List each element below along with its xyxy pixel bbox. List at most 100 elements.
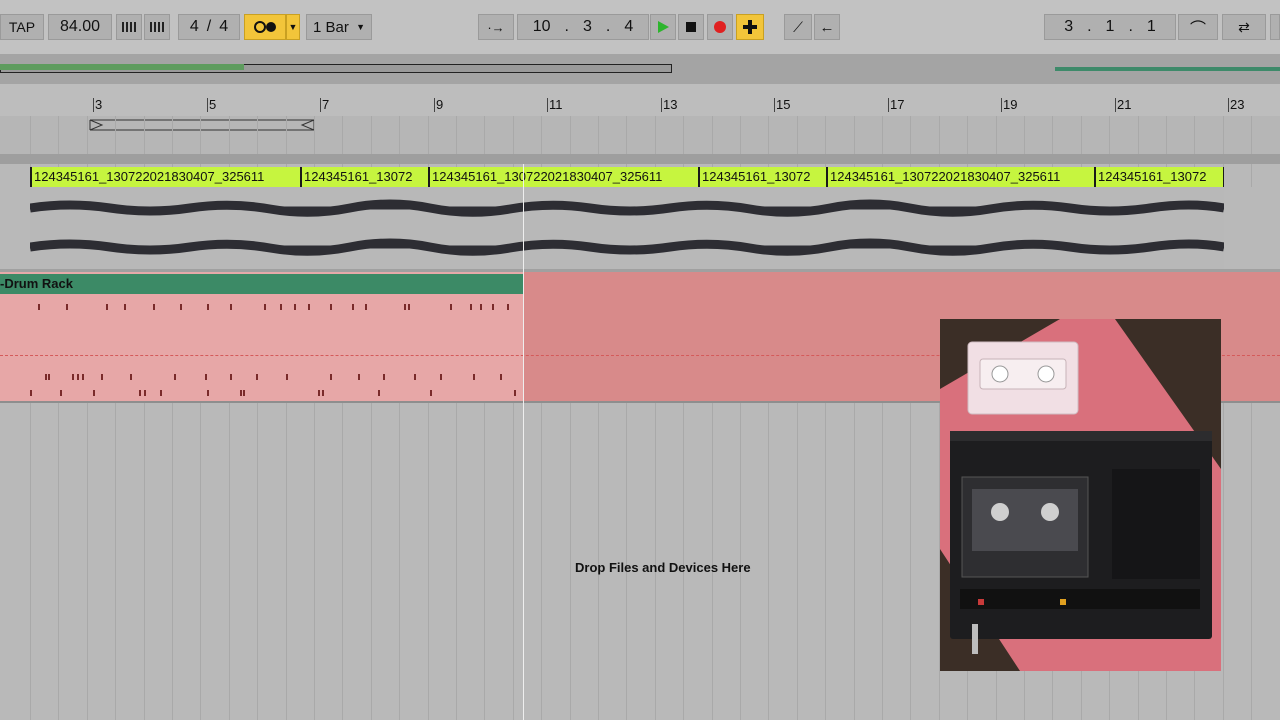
metronome-options-button[interactable]: ▼ (286, 14, 300, 40)
back-to-arrangement-button[interactable]: ← (814, 14, 840, 40)
cassette-photo (940, 319, 1221, 671)
drum-note[interactable] (124, 304, 126, 310)
ruler-label: 3 (95, 97, 103, 112)
audio-waveform (30, 199, 1224, 256)
drum-note[interactable] (365, 304, 367, 310)
beat-time-ruler[interactable] (0, 84, 1280, 116)
drum-note[interactable] (174, 374, 176, 380)
drum-note[interactable] (308, 304, 310, 310)
drum-note[interactable] (414, 374, 416, 380)
stop-button[interactable] (678, 14, 704, 40)
drum-note[interactable] (66, 304, 68, 310)
nudge-up-button[interactable] (144, 14, 170, 40)
ruler-tick (434, 98, 435, 112)
ruler-label: 17 (890, 97, 905, 112)
loop-start-field[interactable]: 3. 1. 1 (1044, 14, 1176, 40)
quantize-menu[interactable]: 1 Bar ▼ (306, 14, 372, 40)
drum-note[interactable] (60, 390, 62, 396)
drum-note[interactable] (514, 390, 516, 396)
drum-note[interactable] (45, 374, 47, 380)
arrangement-position-field[interactable]: 10. 3. 4 (517, 14, 649, 40)
drum-note[interactable] (30, 390, 32, 396)
loop-switch-button[interactable]: ⇄ (1222, 14, 1266, 40)
follow-button[interactable]: ·→ (478, 14, 514, 40)
drum-note[interactable] (139, 390, 141, 396)
drum-note[interactable] (38, 304, 40, 310)
punch-button[interactable]: ⌒ (1178, 14, 1218, 40)
drum-note[interactable] (93, 390, 95, 396)
drum-note[interactable] (243, 390, 245, 396)
drum-note[interactable] (294, 304, 296, 310)
drum-note[interactable] (280, 304, 282, 310)
ruler-tick (1001, 98, 1002, 112)
drum-note[interactable] (106, 304, 108, 310)
audio-clip-4[interactable]: 124345161_13072 (698, 167, 826, 187)
drum-note[interactable] (72, 374, 74, 380)
drum-note[interactable] (230, 304, 232, 310)
overdub-button[interactable] (736, 14, 764, 40)
drum-note[interactable] (330, 304, 332, 310)
automation-arm-button[interactable]: ⟋ (784, 14, 812, 40)
record-button[interactable] (707, 14, 733, 40)
loop-sixteenth: 1 (1146, 18, 1156, 35)
drum-note[interactable] (207, 304, 209, 310)
loop-brace-icon (89, 119, 315, 131)
drum-note[interactable] (153, 304, 155, 310)
drum-note[interactable] (77, 374, 79, 380)
audio-clip-2[interactable]: 124345161_13072 (300, 167, 428, 187)
ruler-tick (547, 98, 548, 112)
drum-note[interactable] (430, 390, 432, 396)
drum-note[interactable] (180, 304, 182, 310)
nudge-down-button[interactable] (116, 14, 142, 40)
audio-clip-3[interactable]: 124345161_13072202183040​7_325611 (428, 167, 698, 187)
drum-note[interactable] (144, 390, 146, 396)
drum-note[interactable] (130, 374, 132, 380)
audio-clip-5[interactable]: 124345161_13072202183040​7_325611 (826, 167, 1094, 187)
drum-note[interactable] (358, 374, 360, 380)
play-button[interactable] (650, 14, 676, 40)
drum-note[interactable] (330, 374, 332, 380)
toolbar-edge-button[interactable] (1270, 14, 1280, 40)
drum-note[interactable] (256, 374, 258, 380)
drum-clip-header[interactable]: -Drum Rack (0, 274, 523, 294)
drum-note[interactable] (240, 390, 242, 396)
tempo-field[interactable]: 84.00 (48, 14, 112, 40)
drum-note[interactable] (450, 304, 452, 310)
metronome-button[interactable] (244, 14, 286, 40)
audio-clip-1[interactable]: 124345161_13072202183040​7_325611 (30, 167, 300, 187)
drum-note[interactable] (101, 374, 103, 380)
audio-clip-6[interactable]: 124345161_13072 (1094, 167, 1224, 187)
drum-note[interactable] (473, 374, 475, 380)
drum-note[interactable] (480, 304, 482, 310)
drum-note[interactable] (48, 374, 50, 380)
drum-note[interactable] (352, 304, 354, 310)
automation-icon: ⟋ (793, 18, 803, 35)
quantize-value: 1 Bar (313, 18, 349, 36)
drum-note[interactable] (230, 374, 232, 380)
time-signature-field[interactable]: 4 / 4 (178, 14, 240, 40)
drum-note[interactable] (404, 304, 406, 310)
tap-tempo-button[interactable]: TAP (0, 14, 44, 40)
drum-note[interactable] (440, 374, 442, 380)
drum-note[interactable] (507, 304, 509, 310)
drum-note[interactable] (207, 390, 209, 396)
drum-note[interactable] (470, 304, 472, 310)
play-icon (658, 21, 669, 33)
drum-note[interactable] (82, 374, 84, 380)
drum-note[interactable] (160, 390, 162, 396)
drum-note[interactable] (318, 390, 320, 396)
drum-note[interactable] (500, 374, 502, 380)
drum-note[interactable] (492, 304, 494, 310)
ruler-tick (1115, 98, 1116, 112)
drum-note[interactable] (378, 390, 380, 396)
drum-note[interactable] (205, 374, 207, 380)
drum-note[interactable] (322, 390, 324, 396)
drum-note[interactable] (408, 304, 410, 310)
drum-note[interactable] (383, 374, 385, 380)
drum-note[interactable] (286, 374, 288, 380)
ruler-label: 13 (663, 97, 678, 112)
position-dot: . (564, 18, 569, 35)
drum-note[interactable] (264, 304, 266, 310)
loop-brace[interactable] (88, 118, 316, 131)
position-bar: 10 (532, 18, 551, 35)
